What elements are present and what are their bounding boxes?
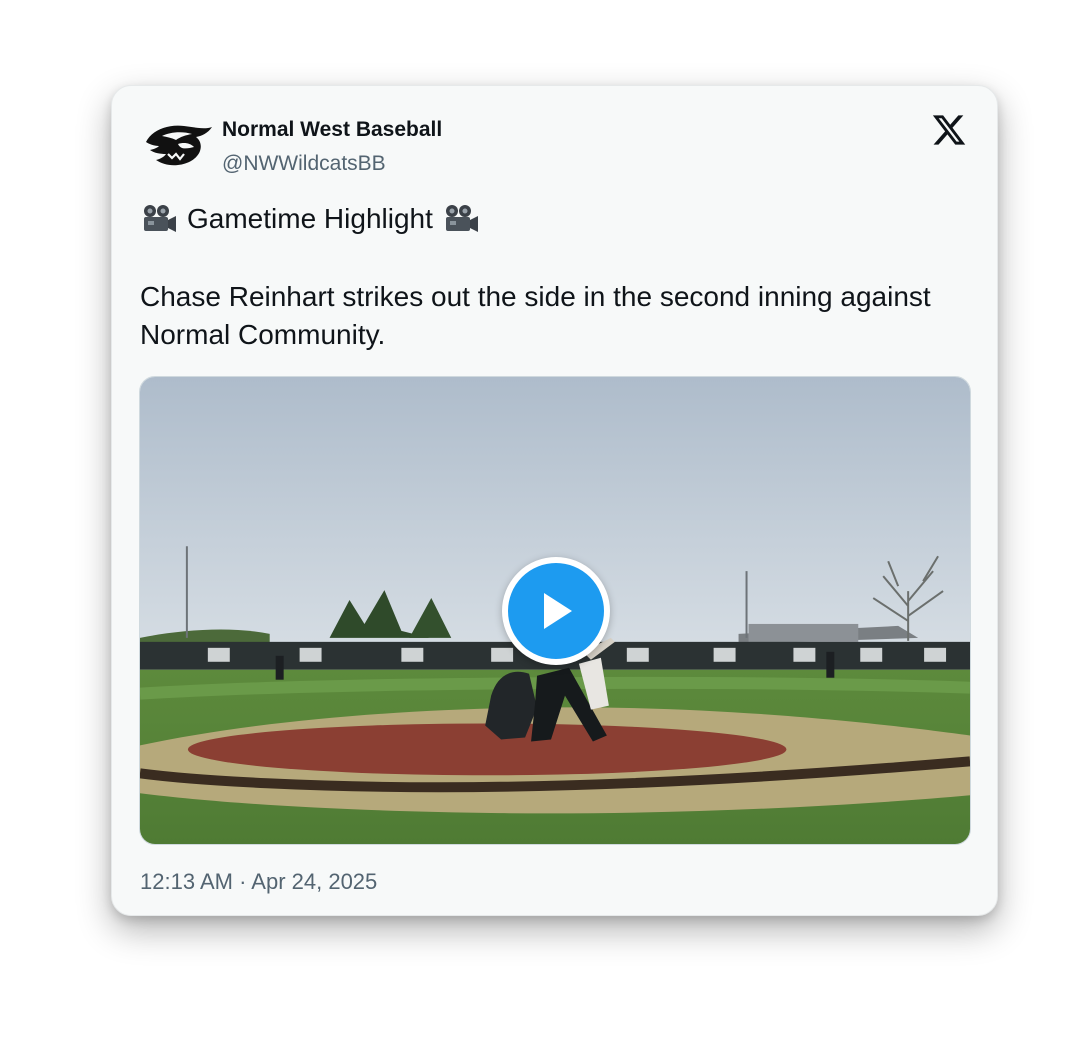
tweet-header: Normal West Baseball @NWWildcatsBB — [142, 110, 969, 182]
author-display-name[interactable]: Normal West Baseball — [222, 116, 442, 144]
tweet-text: Gametime Highlight Chase Reinhart strike… — [140, 200, 970, 354]
play-button[interactable] — [502, 557, 610, 665]
video-player[interactable] — [139, 376, 971, 845]
tweet-card[interactable]: Normal West Baseball @NWWildcatsBB Gamet… — [111, 85, 998, 916]
movie-camera-icon — [144, 205, 176, 232]
tweet-title-text: Gametime Highlight — [187, 203, 433, 234]
movie-camera-icon — [445, 205, 478, 232]
author-handle[interactable]: @NWWildcatsBB — [222, 150, 442, 178]
play-icon — [544, 593, 572, 629]
tweet-title-line: Gametime Highlight — [140, 200, 970, 238]
wildcat-head-logo-icon[interactable] — [142, 118, 216, 172]
author-names: Normal West Baseball @NWWildcatsBB — [222, 116, 442, 178]
tweet-body: Chase Reinhart strikes out the side in t… — [140, 281, 939, 350]
x-logo-icon[interactable] — [931, 112, 967, 148]
tweet-timestamp[interactable]: 12:13 AM · Apr 24, 2025 — [140, 868, 377, 896]
